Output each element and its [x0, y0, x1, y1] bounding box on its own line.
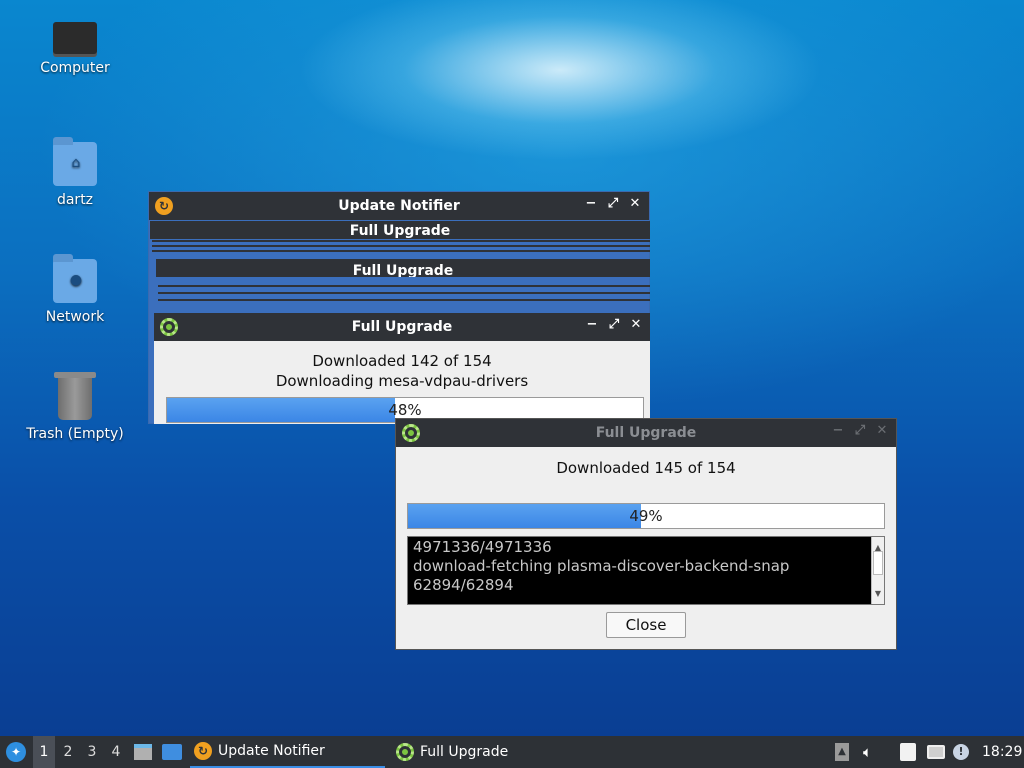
show-desktop-launcher[interactable] [162, 736, 184, 768]
start-menu-button[interactable]: ✦ [4, 736, 28, 768]
task-label: Full Upgrade [420, 744, 509, 760]
desktop-icon-network[interactable]: ● Network [20, 254, 130, 325]
close-icon[interactable]: ✕ [874, 423, 890, 438]
window-title: Full Upgrade [595, 425, 697, 441]
computer-icon [53, 22, 97, 54]
ghost-line [152, 245, 650, 247]
close-icon[interactable]: ✕ [627, 196, 643, 211]
desktop-icon-trash[interactable]: Trash (Empty) [20, 372, 130, 442]
file-manager-icon [134, 744, 152, 760]
network-folder-icon: ● [53, 254, 97, 303]
log-line: 62894/62894 [413, 576, 514, 594]
desktop-icon-home[interactable]: ⌂ dartz [20, 137, 130, 208]
download-package: Downloading mesa-vdpau-drivers [275, 372, 529, 390]
desktop-icon-label: Computer [40, 60, 110, 76]
home-folder-icon: ⌂ [53, 137, 97, 186]
maximize-icon[interactable]: ⤢ [605, 196, 621, 211]
task-label: Update Notifier [218, 743, 325, 759]
tray-arrow-icon: ▲ [835, 743, 849, 761]
clipboard-icon [900, 743, 916, 761]
desktop-icon-label: Network [45, 309, 105, 325]
task-update-notifier[interactable]: ↻ Update Notifier [190, 736, 385, 768]
volume-control[interactable]: 🔈︎ [863, 736, 883, 768]
window-title: Full Upgrade [349, 223, 451, 239]
window-title: Full Upgrade [351, 319, 453, 335]
ghost-line [152, 240, 650, 242]
clock[interactable]: 18:29 [982, 736, 1022, 768]
close-button[interactable]: Close [606, 612, 686, 638]
log-scrollbar[interactable]: ▲ ▼ [871, 537, 884, 604]
update-applet[interactable]: ! [953, 736, 973, 768]
notification-icon: ! [953, 744, 969, 760]
file-manager-launcher[interactable] [134, 736, 154, 768]
gear-icon [396, 743, 414, 761]
progress-label: 48% [388, 401, 422, 419]
progress-label: 49% [629, 507, 663, 525]
ghost-line [158, 292, 650, 294]
window-title: Update Notifier [338, 198, 460, 214]
lubuntu-logo-icon: ✦ [6, 742, 26, 762]
window-title: Full Upgrade [352, 263, 454, 277]
scroll-thumb[interactable] [873, 551, 883, 575]
clipboard-applet[interactable] [900, 736, 920, 768]
scroll-down-icon[interactable]: ▼ [872, 584, 884, 603]
log-line: 4971336/4971336 [413, 538, 552, 556]
minimize-icon[interactable]: − [583, 196, 599, 211]
tray-hide-button[interactable]: ▲ [835, 736, 853, 768]
minimize-icon[interactable]: − [830, 423, 846, 438]
download-count: Downloaded 145 of 154 [556, 459, 736, 477]
minimize-icon[interactable]: − [584, 317, 600, 332]
taskbar: ✦ 1 2 3 4 ↻ Update Notifier Full Upgrade… [0, 736, 1024, 768]
download-log[interactable]: 4971336/4971336 download-fetching plasma… [407, 536, 885, 605]
maximize-icon[interactable]: ⤢ [852, 423, 868, 438]
desktop-switch-1[interactable]: 1 [33, 736, 55, 768]
download-progress-bar: 49% [407, 503, 885, 529]
update-notifier-icon: ↻ [194, 742, 212, 760]
stacked-window-ghost: Full Upgrade [156, 259, 650, 277]
full-upgrade-window-back[interactable]: Full Upgrade − ⤢ ✕ Downloaded 142 of 154… [154, 313, 650, 424]
ghost-line [158, 299, 650, 301]
full-upgrade-window[interactable]: Full Upgrade − ⤢ ✕ Downloaded 145 of 154… [395, 418, 897, 650]
network-applet[interactable] [927, 736, 947, 768]
desktop-switch-3[interactable]: 3 [81, 736, 103, 768]
desktop-switch-2[interactable]: 2 [57, 736, 79, 768]
show-desktop-icon [162, 744, 182, 760]
stacked-window-ghost: Full Upgrade [150, 221, 650, 239]
desktop-icon-computer[interactable]: Computer [20, 22, 130, 76]
volume-icon: 🔈︎ [863, 743, 873, 761]
maximize-icon[interactable]: ⤢ [606, 317, 622, 332]
desktop-icon-label: Trash (Empty) [26, 426, 124, 442]
desktop-icon-label: dartz [56, 192, 94, 208]
download-count: Downloaded 142 of 154 [312, 352, 492, 370]
ghost-line [152, 250, 650, 252]
trash-icon [54, 372, 96, 420]
log-line: download-fetching plasma-discover-backen… [413, 557, 790, 575]
task-full-upgrade[interactable]: Full Upgrade [392, 736, 592, 768]
network-icon [927, 745, 945, 759]
close-icon[interactable]: ✕ [628, 317, 644, 332]
desktop-switch-4[interactable]: 4 [105, 736, 127, 768]
full-upgrade-titlebar[interactable]: Full Upgrade − ⤢ ✕ [154, 313, 650, 341]
full-upgrade-titlebar[interactable]: Full Upgrade − ⤢ ✕ [396, 419, 896, 447]
ghost-line [158, 285, 650, 287]
update-notifier-titlebar[interactable]: ↻ Update Notifier − ⤢ ✕ [149, 192, 649, 220]
